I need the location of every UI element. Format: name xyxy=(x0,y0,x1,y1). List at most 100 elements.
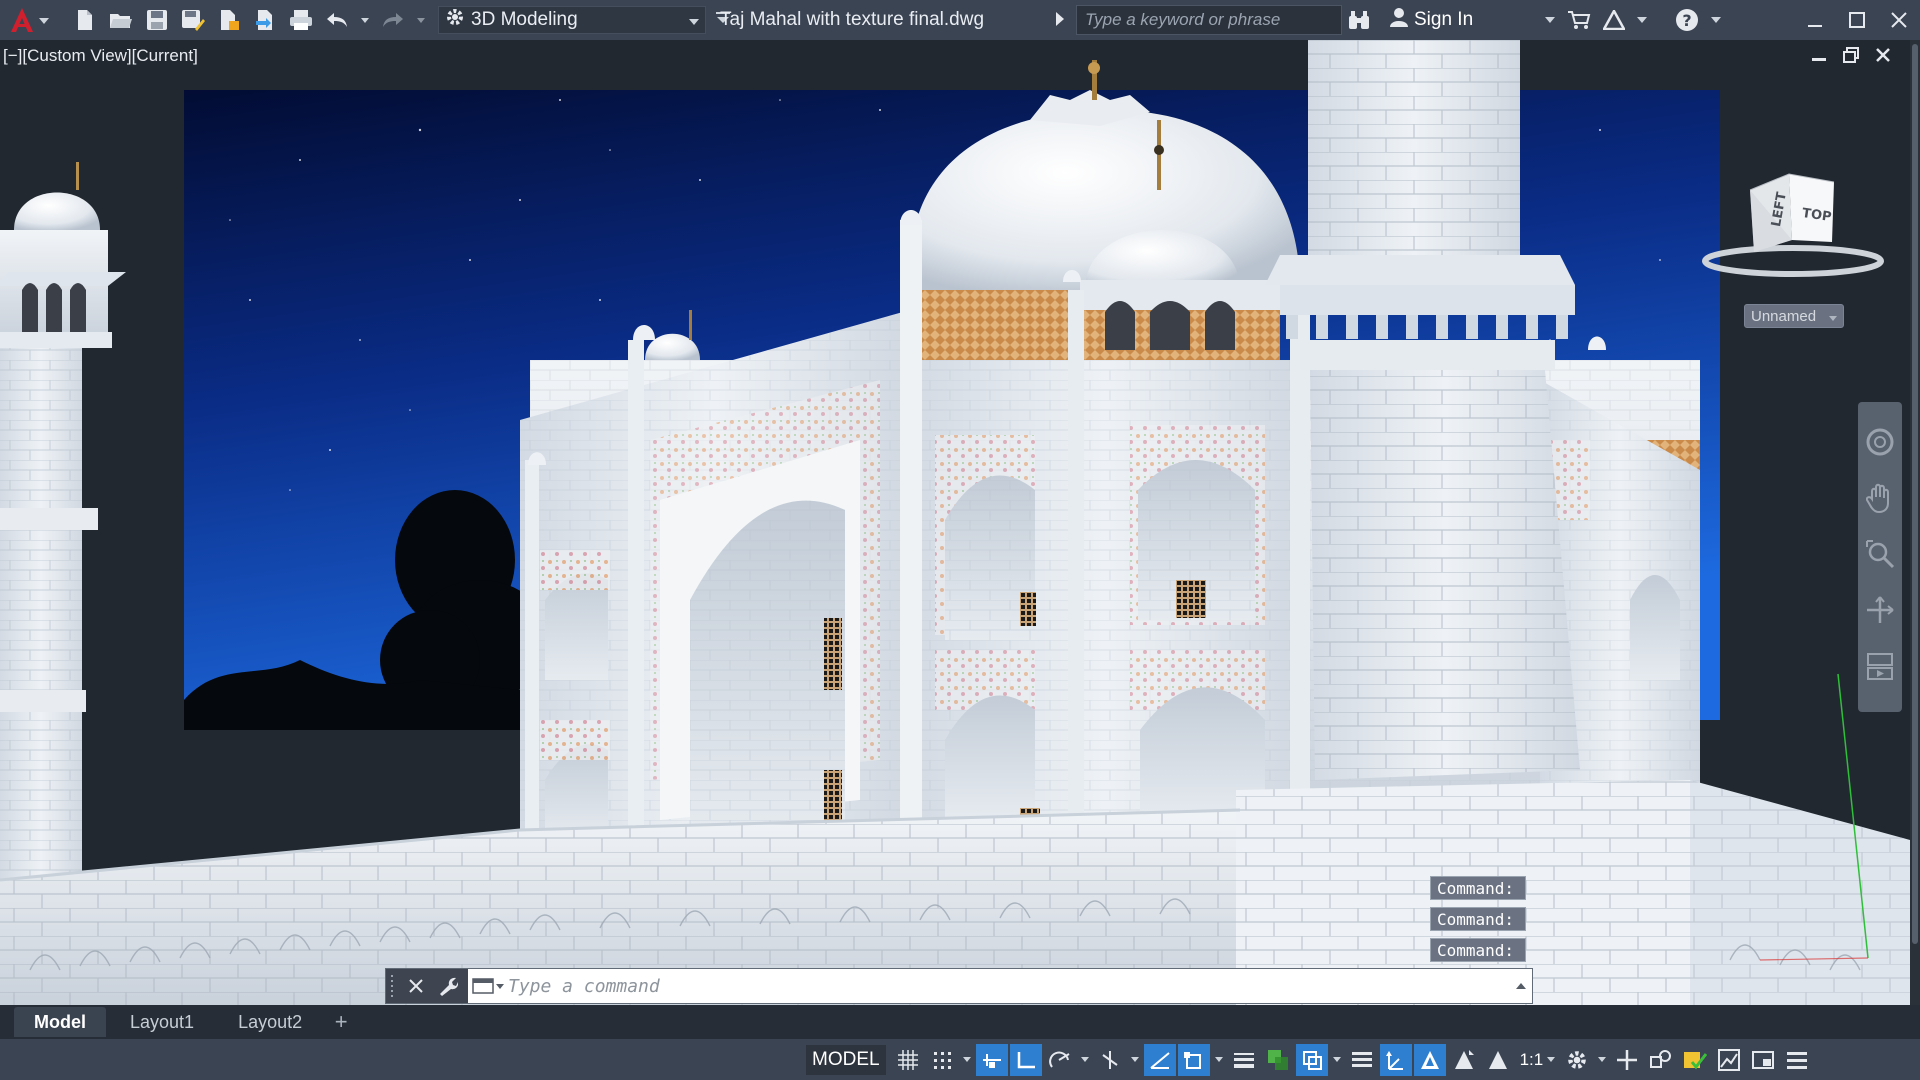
save-to-web-icon[interactable] xyxy=(252,7,278,33)
command-history-line: Command: xyxy=(1430,876,1526,900)
search-input[interactable] xyxy=(1085,10,1341,30)
sign-in-dropdown-icon[interactable] xyxy=(1545,7,1556,33)
tab-layout1[interactable]: Layout1 xyxy=(110,1007,214,1037)
viewcube[interactable]: LEFT TOP xyxy=(1696,138,1886,288)
expand-history-icon[interactable] xyxy=(1510,969,1532,1003)
minimize-drawing-icon[interactable] xyxy=(1810,46,1828,64)
chevron-right-icon[interactable] xyxy=(1056,12,1064,31)
zoom-extents-icon[interactable] xyxy=(1863,534,1897,574)
graphics-perf-icon[interactable] xyxy=(1713,1044,1745,1076)
command-history-line: Command: xyxy=(1430,938,1526,962)
save-as-icon[interactable] xyxy=(180,7,206,33)
help-dropdown-icon[interactable] xyxy=(1711,7,1722,33)
save-icon[interactable] xyxy=(144,7,170,33)
osnap-icon[interactable] xyxy=(1177,1043,1210,1076)
drawing-window-controls xyxy=(1810,46,1892,64)
isodraft-dropdown-icon[interactable] xyxy=(1128,1044,1142,1076)
isodraft-icon[interactable] xyxy=(1094,1044,1126,1076)
selection-dropdown-icon[interactable] xyxy=(1330,1044,1344,1076)
redo-dropdown-icon[interactable] xyxy=(416,7,426,33)
restore-drawing-icon[interactable] xyxy=(1842,46,1860,64)
model-space-button[interactable]: MODEL xyxy=(806,1044,886,1075)
drawing-viewport[interactable]: [−][Custom View][Current] LEFT TOP Unnam… xyxy=(0,40,1920,1005)
auto-scale-icon[interactable] xyxy=(1448,1044,1480,1076)
redo-icon[interactable] xyxy=(380,7,406,33)
annotation-scale-label: 1:1 xyxy=(1519,1049,1544,1069)
window-controls xyxy=(1794,0,1920,40)
chevron-down-icon xyxy=(1829,308,1837,325)
undo-icon[interactable] xyxy=(324,7,350,33)
showmotion-icon[interactable] xyxy=(1863,646,1897,686)
close-icon[interactable] xyxy=(1878,0,1920,40)
snap-icon[interactable] xyxy=(926,1044,958,1076)
close-command-line-icon[interactable] xyxy=(400,969,432,1003)
annotation-scale-dropdown[interactable]: 1:1 xyxy=(1516,1044,1560,1076)
infer-icon[interactable] xyxy=(975,1043,1008,1076)
osnap-dropdown-icon[interactable] xyxy=(1212,1044,1226,1076)
command-input[interactable] xyxy=(508,975,1510,997)
left-minaret xyxy=(0,162,126,900)
tab-model[interactable]: Model xyxy=(14,1007,106,1037)
quick-access-toolbar xyxy=(72,7,426,33)
steering-wheel-icon[interactable] xyxy=(1863,422,1897,462)
svg-text:?: ? xyxy=(1683,11,1692,30)
ortho-icon[interactable] xyxy=(1009,1043,1042,1076)
add-layout-icon[interactable]: + xyxy=(326,1007,356,1037)
application-menu-button[interactable] xyxy=(0,0,58,40)
open-icon[interactable] xyxy=(108,7,134,33)
command-history: Command: Command: Command: xyxy=(1430,876,1526,962)
autodesk-a360-icon[interactable] xyxy=(1603,7,1626,33)
customize-wrench-icon[interactable] xyxy=(432,969,464,1003)
named-view-label: Unnamed xyxy=(1751,307,1817,325)
selection-cycling-icon[interactable] xyxy=(1295,1043,1328,1076)
pan-hand-icon[interactable] xyxy=(1863,478,1897,518)
annotation-monitor-icon[interactable] xyxy=(1611,1044,1643,1076)
sign-in-button[interactable]: Sign In xyxy=(1390,7,1473,33)
minimize-icon[interactable] xyxy=(1794,0,1836,40)
undo-dropdown-icon[interactable] xyxy=(360,7,370,33)
clean-screen-icon[interactable] xyxy=(1747,1044,1779,1076)
orbit-icon[interactable] xyxy=(1863,590,1897,630)
vertical-scrollbar[interactable] xyxy=(1910,40,1920,1005)
scrollbar-thumb[interactable] xyxy=(1912,44,1918,944)
a360-dropdown-icon[interactable] xyxy=(1637,7,1648,33)
grid-icon[interactable] xyxy=(892,1044,924,1076)
hardware-accel-icon[interactable] xyxy=(1679,1044,1711,1076)
binoculars-icon[interactable] xyxy=(1348,7,1370,33)
transparency-icon[interactable] xyxy=(1262,1044,1294,1076)
tab-layout2[interactable]: Layout2 xyxy=(218,1007,322,1037)
cart-icon[interactable] xyxy=(1567,7,1591,33)
polar-icon[interactable] xyxy=(1044,1044,1076,1076)
new-icon[interactable] xyxy=(72,7,98,33)
annotation-visibility-icon[interactable] xyxy=(1413,1043,1446,1076)
snap-dropdown-icon[interactable] xyxy=(960,1044,974,1076)
named-view-dropdown[interactable]: Unnamed xyxy=(1744,304,1844,328)
recent-commands-icon[interactable] xyxy=(468,969,508,1003)
drag-handle-icon[interactable] xyxy=(386,969,400,1003)
autocad-window: 3D Modeling Taj Mahal with texture final… xyxy=(0,0,1920,1080)
open-from-web-icon[interactable] xyxy=(216,7,242,33)
polar-dropdown-icon[interactable] xyxy=(1078,1044,1092,1076)
viewport-controls-label[interactable]: [−][Custom View][Current] xyxy=(3,46,198,66)
status-bar-tools: MODEL 1:1 xyxy=(806,1039,1813,1080)
navigation-bar xyxy=(1858,402,1902,712)
search-box[interactable] xyxy=(1076,5,1342,35)
document-title: Taj Mahal with texture final.dwg xyxy=(720,9,985,30)
plot-icon[interactable] xyxy=(288,7,314,33)
dynamic-ucs-icon[interactable] xyxy=(1379,1043,1412,1076)
maximize-icon[interactable] xyxy=(1836,0,1878,40)
close-drawing-icon[interactable] xyxy=(1874,46,1892,64)
command-input-box[interactable] xyxy=(468,969,1532,1003)
title-bar-tools: Sign In ? xyxy=(1348,0,1722,40)
workspace-switcher[interactable]: 3D Modeling xyxy=(438,6,706,34)
3d-osnap-icon[interactable] xyxy=(1346,1044,1378,1076)
user-icon xyxy=(1390,7,1408,33)
customize-icon[interactable] xyxy=(1781,1044,1813,1076)
osnap-track-icon[interactable] xyxy=(1143,1043,1176,1076)
workspace-dropdown-icon[interactable] xyxy=(1595,1044,1609,1076)
annotation-scale-icon[interactable] xyxy=(1482,1044,1514,1076)
isolate-icon[interactable] xyxy=(1645,1044,1677,1076)
lineweight-icon[interactable] xyxy=(1228,1044,1260,1076)
help-icon[interactable]: ? xyxy=(1675,7,1699,33)
workspace-gear-icon[interactable] xyxy=(1561,1044,1593,1076)
